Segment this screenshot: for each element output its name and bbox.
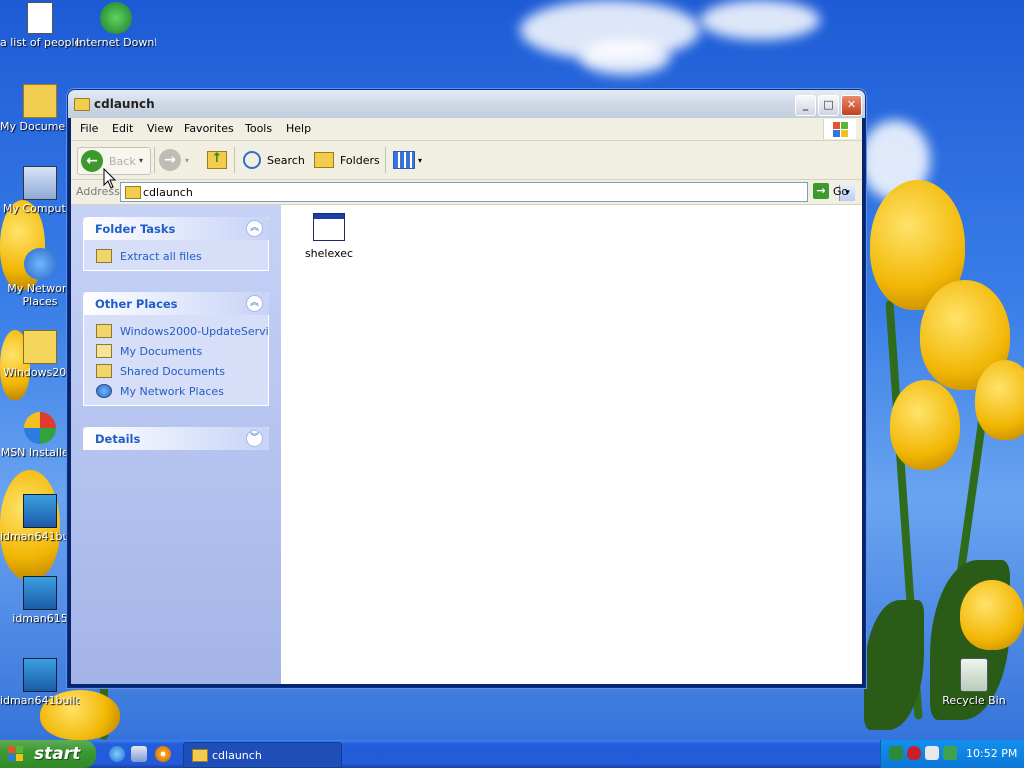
text-document-icon — [27, 2, 53, 34]
address-bar: Address cdlaunch ▾ → Go — [71, 180, 862, 205]
search-icon — [243, 151, 261, 169]
internet-explorer-icon[interactable] — [109, 746, 125, 762]
zip-folder-icon — [96, 324, 112, 338]
standard-toolbar: ← Back ▾ → ▾ ↑ Search Folders ▾ — [71, 141, 862, 180]
place-windows2000-updateservices[interactable]: Windows2000-UpdateServices — [84, 321, 268, 341]
collapse-chevron-icon[interactable]: ︽ — [246, 295, 263, 312]
application-window-icon — [313, 213, 345, 241]
menu-help[interactable]: Help — [286, 122, 311, 135]
menu-file[interactable]: File — [80, 122, 98, 135]
my-documents-icon — [96, 344, 112, 358]
network-places-icon — [96, 384, 112, 398]
clock[interactable]: 10:52 PM — [966, 747, 1017, 760]
media-player-icon[interactable] — [155, 746, 171, 762]
installer-icon — [23, 658, 57, 692]
safely-remove-hardware-icon[interactable] — [943, 746, 957, 760]
windows-logo-icon — [8, 746, 24, 762]
desktop-icon-internet-download-manager[interactable]: Internet Downlo... — [76, 2, 156, 49]
system-tray: 10:52 PM — [880, 740, 1024, 768]
place-my-documents[interactable]: My Documents — [84, 341, 268, 361]
go-arrow-icon: → — [813, 183, 829, 199]
recycle-bin-icon — [960, 658, 988, 692]
folders-icon — [314, 152, 334, 168]
task-extract-all-files[interactable]: Extract all files — [84, 246, 268, 266]
extract-icon — [96, 249, 112, 263]
views-dropdown-icon: ▾ — [418, 155, 423, 165]
back-arrow-icon: ← — [81, 150, 103, 172]
window-frame: File Edit View Favorites Tools Help ← Ba… — [71, 118, 862, 684]
views-button[interactable]: ▾ — [393, 147, 422, 173]
toolbar-separator — [234, 147, 235, 173]
folder-tasks-header[interactable]: Folder Tasks ︽ — [83, 217, 269, 240]
connection-tray-icon[interactable] — [925, 746, 939, 760]
folder-tasks-panel: Folder Tasks ︽ Extract all files — [83, 217, 269, 271]
shared-folder-icon — [96, 364, 112, 378]
windows-logo-icon — [823, 119, 856, 139]
menu-tools[interactable]: Tools — [245, 122, 272, 135]
title-bar[interactable]: cdlaunch _ □ ✕ — [68, 90, 865, 118]
menu-edit[interactable]: Edit — [112, 122, 133, 135]
place-my-network-places[interactable]: My Network Places — [84, 381, 268, 401]
up-folder-button[interactable]: ↑ — [207, 147, 227, 173]
other-places-panel: Other Places ︽ Windows2000-UpdateService… — [83, 292, 269, 406]
forward-button[interactable]: → ▾ — [159, 147, 189, 173]
security-shield-icon[interactable] — [907, 746, 921, 760]
details-panel: Details ︾ — [83, 427, 269, 450]
my-documents-icon — [23, 84, 57, 118]
folder-icon — [125, 186, 141, 199]
toolbar-separator — [385, 147, 386, 173]
taskbar: start cdlaunch 10:52 PM — [0, 740, 1024, 768]
task-pane: Folder Tasks ︽ Extract all files Other P… — [71, 205, 281, 684]
show-desktop-icon[interactable] — [131, 746, 147, 762]
network-tray-icon[interactable] — [889, 746, 903, 760]
back-dropdown-button[interactable]: ▾ — [139, 147, 149, 173]
address-input[interactable]: cdlaunch ▾ — [120, 182, 855, 202]
close-button[interactable]: ✕ — [841, 95, 862, 116]
maximize-button[interactable]: □ — [818, 95, 839, 116]
mouse-cursor-icon — [103, 168, 117, 189]
taskbar-button-cdlaunch[interactable]: cdlaunch — [183, 742, 342, 768]
search-button[interactable]: Search — [243, 147, 305, 173]
network-places-icon — [24, 248, 56, 280]
forward-dropdown-icon: ▾ — [185, 155, 190, 165]
window-title: cdlaunch — [94, 97, 155, 111]
file-view[interactable]: shelexec — [281, 205, 862, 684]
internet-download-manager-icon — [100, 2, 132, 34]
msn-icon — [24, 412, 56, 444]
menu-bar: File Edit View Favorites Tools Help — [71, 118, 862, 141]
desktop-icon-recycle-bin[interactable]: Recycle Bin — [934, 658, 1014, 707]
menu-favorites[interactable]: Favorites — [184, 122, 234, 135]
other-places-header[interactable]: Other Places ︽ — [83, 292, 269, 315]
details-header[interactable]: Details ︾ — [83, 427, 269, 450]
file-item-shelexec[interactable]: shelexec — [299, 213, 359, 260]
installer-icon — [23, 576, 57, 610]
forward-arrow-icon: → — [159, 149, 181, 171]
my-computer-icon — [23, 166, 57, 200]
address-value: cdlaunch — [143, 186, 193, 199]
folder-icon — [74, 98, 90, 111]
expand-chevron-icon[interactable]: ︾ — [246, 430, 263, 447]
minimize-button[interactable]: _ — [795, 95, 816, 116]
up-folder-icon: ↑ — [207, 151, 227, 169]
desktop-icon-list-of-people[interactable]: a list of people — [0, 2, 80, 49]
explorer-window: cdlaunch _ □ ✕ File Edit View Favorites … — [67, 89, 866, 688]
toolbar-separator — [154, 147, 155, 173]
folder-icon — [192, 749, 208, 762]
go-button[interactable]: → Go — [813, 183, 848, 199]
views-icon — [393, 151, 415, 169]
installer-icon — [23, 494, 57, 528]
place-shared-documents[interactable]: Shared Documents — [84, 361, 268, 381]
folders-button[interactable]: Folders — [314, 147, 380, 173]
zip-folder-icon — [23, 330, 57, 364]
menu-view[interactable]: View — [147, 122, 173, 135]
collapse-chevron-icon[interactable]: ︽ — [246, 220, 263, 237]
start-button[interactable]: start — [0, 740, 96, 768]
